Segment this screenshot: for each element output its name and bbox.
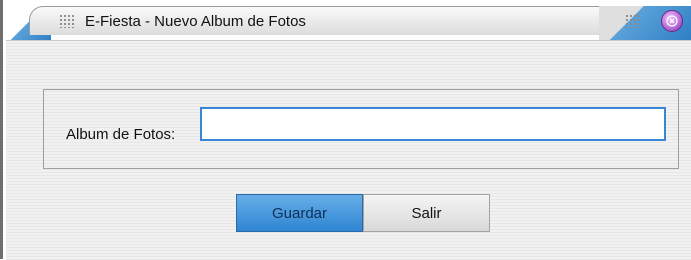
title-bar[interactable]: E-Fiesta - Nuevo Album de Fotos	[11, 0, 691, 40]
window-title: E-Fiesta - Nuevo Album de Fotos	[85, 13, 306, 30]
album-groupbox: Album de Fotos:	[43, 89, 679, 169]
album-name-input[interactable]	[200, 107, 666, 141]
dialog-window: E-Fiesta - Nuevo Album de Fotos Album de…	[0, 0, 691, 260]
save-button[interactable]: Guardar	[236, 194, 363, 232]
close-icon	[666, 15, 678, 27]
dialog-body: Album de Fotos: Guardar Salir	[6, 40, 691, 260]
grip-icon	[59, 14, 75, 28]
exit-button[interactable]: Salir	[363, 194, 490, 232]
resize-grip-icon	[625, 14, 641, 28]
album-name-label: Album de Fotos:	[66, 126, 176, 143]
close-button[interactable]	[661, 10, 683, 32]
